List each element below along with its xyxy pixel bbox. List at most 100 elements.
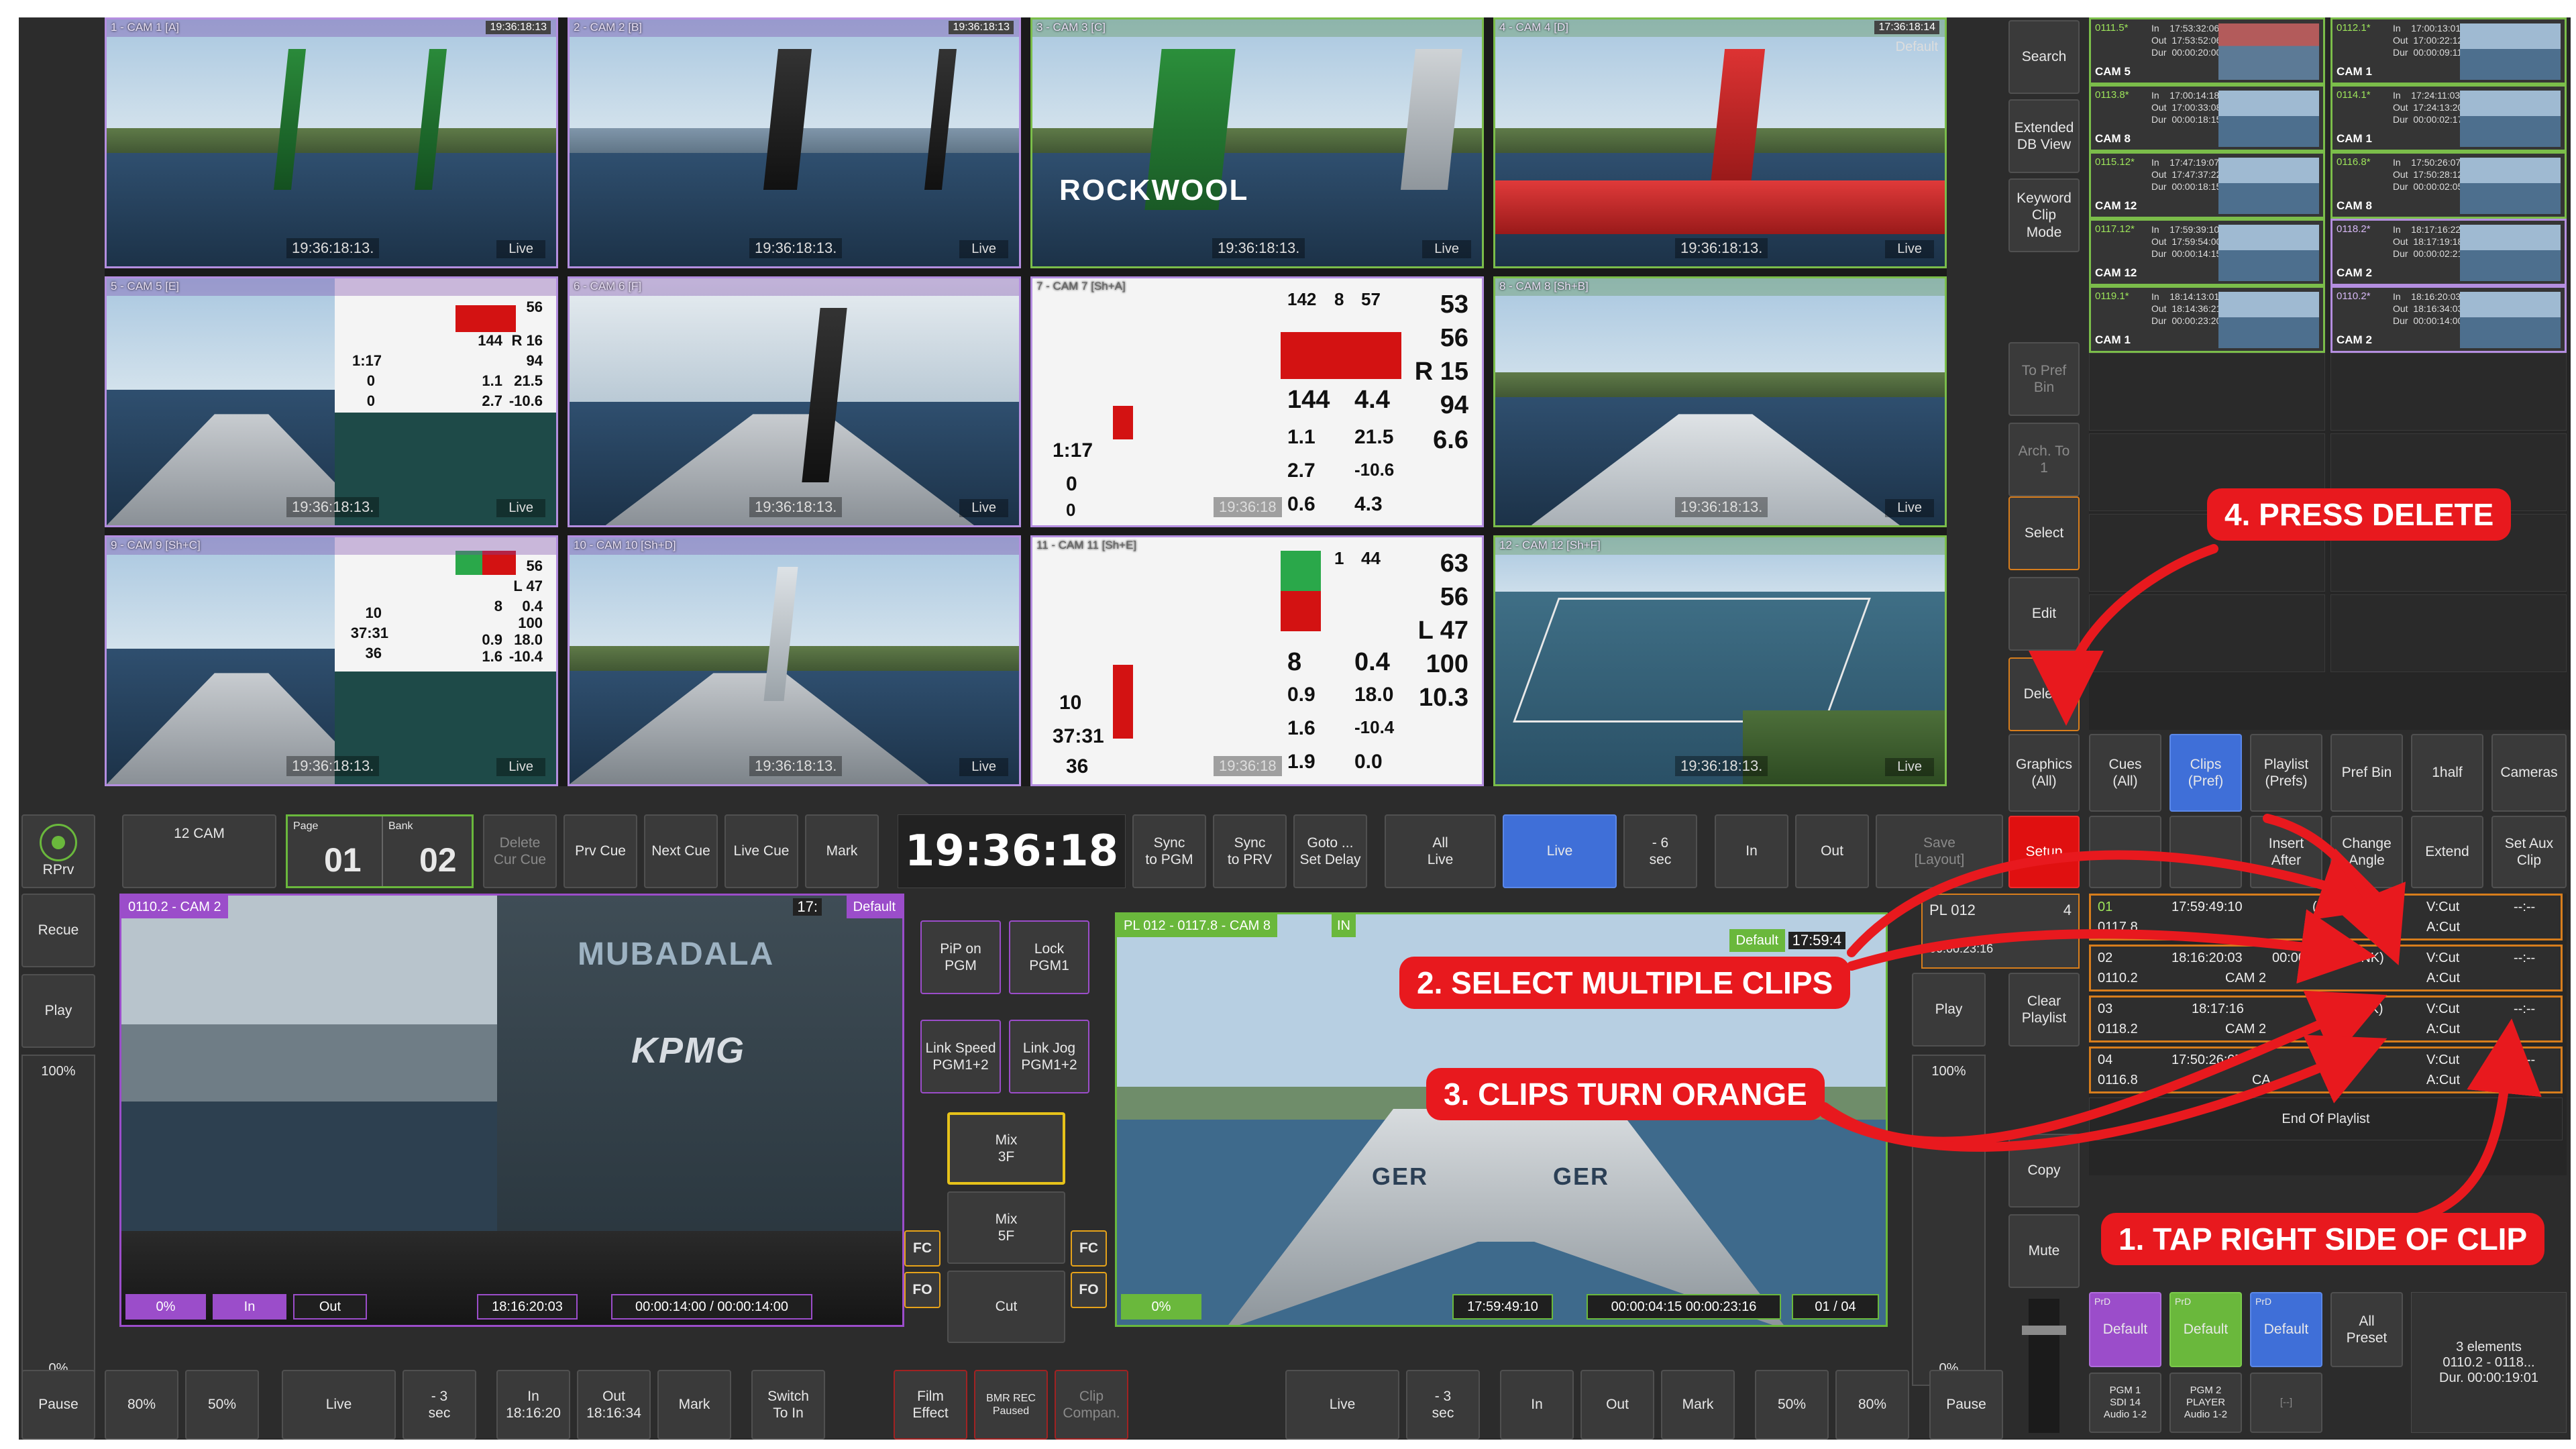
empty-bin-slot[interactable] [2330, 353, 2567, 431]
page-bank-selector[interactable]: Page 01 Bank 02 [286, 814, 474, 888]
playlist-row[interactable]: 01 0117.8 17:59:49:10 (UNK) V:Cut A:Cut … [2089, 894, 2563, 941]
playlist-row[interactable]: 04 0116.8 17:50:26:07 CA V:Cut A:Cut --:… [2089, 1046, 2563, 1093]
setup-button[interactable]: Setup [2008, 816, 2080, 888]
audio-fader[interactable] [2022, 1299, 2066, 1433]
function-button-blank-1[interactable] [2089, 816, 2161, 888]
player-1-out-marker[interactable]: Out [293, 1294, 367, 1320]
cut-button[interactable]: Cut [947, 1271, 1065, 1343]
playlist-row[interactable]: 03 0118.2 18:17:16 (UNK) CAM 2 V:Cut A:C… [2089, 996, 2563, 1042]
camera-tile-8[interactable]: 8 - CAM 8 [Sh+B] 19:36:18:13. Live [1493, 276, 1947, 527]
tab-cues-all[interactable]: Cues (All) [2089, 734, 2161, 812]
camera-tile-12[interactable]: 12 - CAM 12 [Sh+F] 19:36:18:13. Live [1493, 535, 1947, 786]
clip-companion-button[interactable]: Clip Compan. [1055, 1370, 1128, 1440]
in-button[interactable]: In [1715, 814, 1788, 888]
camera-tile-2[interactable]: 2 - CAM 2 [B] 19:36:18:13 19:36:18:13. L… [568, 17, 1021, 268]
bmr-rec-button[interactable]: BMR REC Paused [974, 1370, 1048, 1440]
clip-thumbnail[interactable]: 0110.2* In 18:16:20:03 Out 18:16:34:03 Du… [2330, 286, 2567, 353]
clip-thumbnail[interactable]: 0119.1* In 18:14:13:01 Out 18:14:36:21 Du… [2089, 286, 2325, 353]
clip-thumbnail[interactable]: 0112.1* In 17:00:13:01 Out 17:00:22:12 Du… [2330, 17, 2567, 85]
live-player-2-button[interactable]: Live [1285, 1370, 1399, 1440]
change-angle-button[interactable]: Change Angle [2330, 816, 2403, 888]
player-2-speed-fader[interactable]: 100% 0% [1912, 1055, 1986, 1386]
preset-button-1[interactable]: PrD Default [2089, 1292, 2161, 1367]
player-2-speed-50-button[interactable]: 50% [1755, 1370, 1829, 1440]
recue-button[interactable]: Recue [21, 894, 95, 967]
player-2-in-button[interactable]: In [1500, 1370, 1574, 1440]
camera-count-button[interactable]: 12 CAM [122, 814, 276, 888]
extended-db-view-button[interactable]: Extended DB View [2008, 99, 2080, 173]
extend-button[interactable]: Extend [2411, 816, 2483, 888]
tab-clips-pref[interactable]: Clips (Pref) [2169, 734, 2242, 812]
camera-tile-6[interactable]: 6 - CAM 6 [F] 19:36:18:13. Live [568, 276, 1021, 527]
preset-button-3[interactable]: PrD Default [2250, 1292, 2322, 1367]
fo-left-button[interactable]: FO [904, 1272, 941, 1308]
speed-80-button[interactable]: 80% [105, 1370, 178, 1440]
empty-bin-slot[interactable] [2089, 353, 2325, 431]
output-empty[interactable]: [--] [2250, 1373, 2322, 1433]
sync-to-prv-button[interactable]: Sync to PRV [1213, 814, 1287, 888]
link-jog-button[interactable]: Link Jog PGM1+2 [1009, 1020, 1089, 1093]
empty-bin-slot[interactable] [2089, 594, 2325, 672]
speed-50-button[interactable]: 50% [185, 1370, 259, 1440]
player-1-in-marker[interactable]: In [213, 1294, 286, 1320]
clip-thumbnail[interactable]: 0113.8* In 17:00:14:18 Out 17:00:33:08 Du… [2089, 85, 2325, 152]
output-pgm2[interactable]: PGM 2 PLAYER Audio 1-2 [2169, 1373, 2242, 1433]
speed-fader[interactable]: 100% 0% [21, 1055, 95, 1386]
output-pgm1[interactable]: PGM 1 SDI 14 Audio 1-2 [2089, 1373, 2161, 1433]
copy-button[interactable]: Copy [2008, 1134, 2080, 1208]
live-button[interactable]: Live [1503, 814, 1617, 888]
live-cue-button[interactable]: Live Cue [724, 814, 798, 888]
player-2-out-button[interactable]: Out [1580, 1370, 1654, 1440]
minus-3-sec-player-2-button[interactable]: - 3 sec [1406, 1370, 1480, 1440]
mute-button[interactable]: Mute [2008, 1214, 2080, 1288]
camera-tile-4[interactable]: 4 - CAM 4 [D] 17:36:18:14 Default 19:36:… [1493, 17, 1947, 268]
clip-thumbnail[interactable]: 0115.12* In 17:47:19:07 Out 17:47:37:22 D… [2089, 152, 2325, 219]
goto-set-delay-button[interactable]: Goto ... Set Delay [1293, 814, 1367, 888]
player-2-play-button[interactable]: Play [1912, 973, 1986, 1046]
rprv-button[interactable]: RPrv [21, 814, 95, 888]
preset-button-2[interactable]: PrD Default [2169, 1292, 2242, 1367]
minus-6-sec-button[interactable]: - 6 sec [1623, 814, 1697, 888]
player-2-pause-button[interactable]: Pause [1929, 1370, 2003, 1440]
arch-to-button[interactable]: Arch. To 1 [2008, 423, 2080, 496]
prev-cue-button[interactable]: Prv Cue [564, 814, 637, 888]
out-button[interactable]: Out [1795, 814, 1869, 888]
clip-thumbnail[interactable]: 0118.2* In 18:17:16:22 Out 18:17:19:18 Du… [2330, 219, 2567, 286]
play-button[interactable]: Play [21, 974, 95, 1048]
tab-1half[interactable]: 1half [2411, 734, 2483, 812]
delete-cur-cue-button[interactable]: Delete Cur Cue [483, 814, 557, 888]
camera-tile-9[interactable]: 56 L 47 8 0.4 100 0.9 18.0 1.6 -10.4 10 … [105, 535, 558, 786]
mix-3f-button[interactable]: Mix 3F [947, 1112, 1065, 1185]
fo-right-button[interactable]: FO [1071, 1272, 1107, 1308]
tab-pref-bin[interactable]: Pref Bin [2330, 734, 2403, 812]
tab-cameras[interactable]: Cameras [2491, 734, 2567, 812]
pip-on-pgm-button[interactable]: PiP on PGM [920, 920, 1001, 994]
search-button[interactable]: Search [2008, 20, 2080, 94]
camera-tile-1[interactable]: 1 - CAM 1 [A] 19:36:18:13 19:36:18:13. L… [105, 17, 558, 268]
film-effect-button[interactable]: Film Effect [894, 1370, 967, 1440]
camera-tile-10[interactable]: 10 - CAM 10 [Sh+D] 19:36:18:13. Live [568, 535, 1021, 786]
insert-after-button[interactable]: Insert After [2250, 816, 2322, 888]
lock-pgm1-button[interactable]: Lock PGM1 [1009, 920, 1089, 994]
save-layout-button[interactable]: Save [Layout] [1876, 814, 2003, 888]
empty-bin-slot[interactable] [2330, 594, 2567, 672]
fc-left-button[interactable]: FC [904, 1230, 941, 1267]
pause-button[interactable]: Pause [21, 1370, 95, 1440]
mark-button[interactable]: Mark [805, 814, 879, 888]
to-pref-bin-button[interactable]: To Pref Bin [2008, 342, 2080, 416]
fader-handle[interactable] [2022, 1326, 2066, 1335]
clip-thumbnail[interactable]: 0116.8* In 17:50:26:07 Out 17:50:28:12 Du… [2330, 152, 2567, 219]
live-player-1-button[interactable]: Live [282, 1370, 396, 1440]
set-aux-clip-button[interactable]: Set Aux Clip [2491, 816, 2567, 888]
player-1-mark-button[interactable]: Mark [657, 1370, 731, 1440]
all-preset-button[interactable]: All Preset [2330, 1292, 2403, 1367]
camera-tile-5[interactable]: 56 144 R 16 94 1.1 21.5 2.7 -10.6 1:17 0… [105, 276, 558, 527]
camera-tile-3[interactable]: ROCKWOOL 3 - CAM 3 [C] 19:36:18:13. Live [1030, 17, 1484, 268]
all-live-button[interactable]: All Live [1385, 814, 1496, 888]
mix-5f-button[interactable]: Mix 5F [947, 1191, 1065, 1264]
minus-3-sec-button[interactable]: - 3 sec [402, 1370, 476, 1440]
edit-button[interactable]: Edit [2008, 577, 2080, 651]
player-2-speed-80-button[interactable]: 80% [1835, 1370, 1909, 1440]
player-1-viewer[interactable]: MUBADALA KPMG 0110.2 - CAM 2 Default 17:… [119, 894, 904, 1327]
link-speed-button[interactable]: Link Speed PGM1+2 [920, 1020, 1001, 1093]
